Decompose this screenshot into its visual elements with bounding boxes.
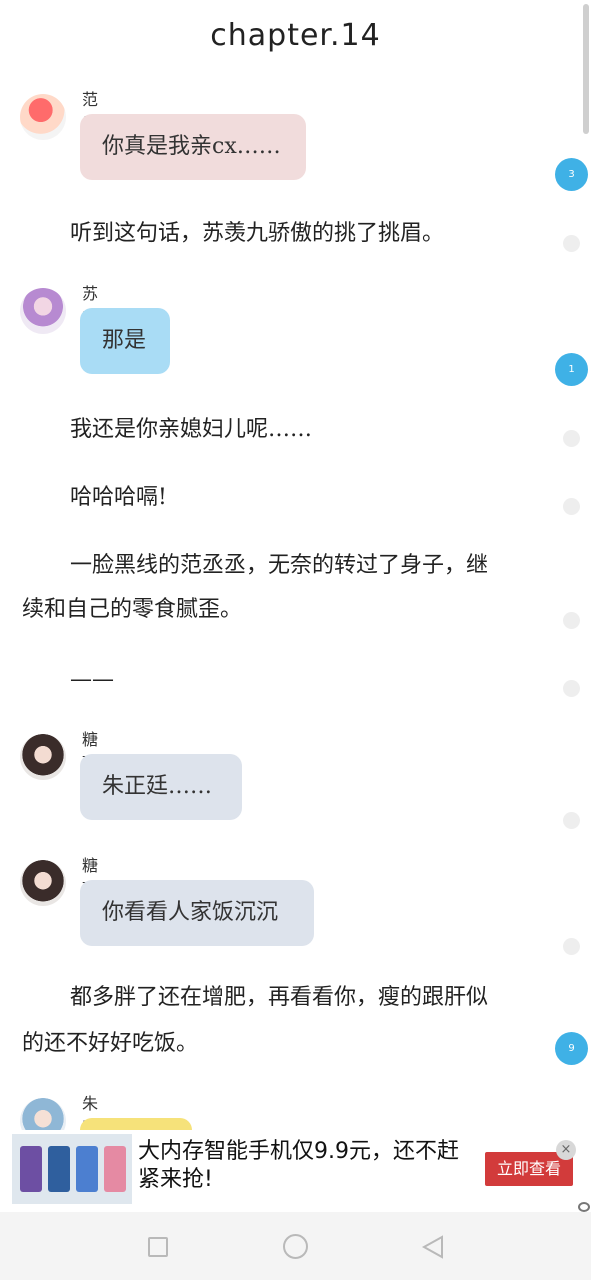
reader-page: chapter.14 范丞丞 你真是我亲cx…… 听到这句话，苏羡九骄傲的挑了挑…	[0, 0, 591, 1280]
message-bubble: 朱正廷……	[80, 754, 242, 820]
message-bubble: 你真是我亲cx……	[80, 114, 306, 180]
narration-paragraph: 一脸黑线的范丞丞，无奈的转过了身子，继	[70, 553, 489, 578]
avatar[interactable]	[20, 94, 66, 140]
message-bubble: 那是	[80, 308, 170, 374]
comment-count-badge[interactable]: 1	[555, 353, 588, 386]
comment-dot[interactable]	[563, 612, 580, 629]
narration-paragraph: 都多胖了还在增肥，再看看你，瘦的跟肝似	[70, 985, 489, 1010]
recent-apps-square-icon[interactable]	[148, 1237, 168, 1257]
scrollbar[interactable]	[583, 4, 589, 134]
narration-paragraph: 听到这句话，苏羡九骄傲的挑了挑眉。	[70, 221, 445, 246]
close-icon[interactable]: ×	[556, 1140, 576, 1160]
ad-text[interactable]: 大内存智能手机仅9.9元，还不赶紧来抢!	[138, 1138, 468, 1194]
narration-paragraph: 哈哈哈嗝!	[70, 485, 167, 510]
comment-dot[interactable]	[563, 938, 580, 955]
comment-dot[interactable]	[563, 498, 580, 515]
comment-dot[interactable]	[563, 235, 580, 252]
ad-image[interactable]	[12, 1134, 132, 1204]
narration-separator: ——	[70, 667, 114, 692]
comment-dot[interactable]	[563, 430, 580, 447]
home-circle-icon[interactable]	[283, 1234, 308, 1259]
comment-count-badge[interactable]: 3	[555, 158, 588, 191]
narration-paragraph: 续和自己的零食腻歪。	[22, 597, 243, 622]
comment-count-badge[interactable]: 9	[555, 1032, 588, 1065]
message-bubble: 你看看人家饭沉沉	[80, 880, 314, 946]
ad-banner[interactable]: 大内存智能手机仅9.9元，还不赶紧来抢! 立即查看 ×	[0, 1130, 591, 1212]
comment-dot[interactable]	[563, 680, 580, 697]
comment-dot[interactable]	[563, 812, 580, 829]
eye-icon[interactable]	[578, 1202, 590, 1212]
avatar[interactable]	[20, 288, 66, 334]
avatar[interactable]	[20, 860, 66, 906]
narration-paragraph: 我还是你亲媳妇儿呢……	[70, 417, 313, 442]
system-nav-bar	[0, 1212, 591, 1280]
back-triangle-icon[interactable]	[420, 1234, 446, 1260]
avatar[interactable]	[20, 734, 66, 780]
narration-paragraph: 的还不好好吃饭。	[22, 1031, 199, 1056]
chapter-title: chapter.14	[210, 18, 381, 53]
